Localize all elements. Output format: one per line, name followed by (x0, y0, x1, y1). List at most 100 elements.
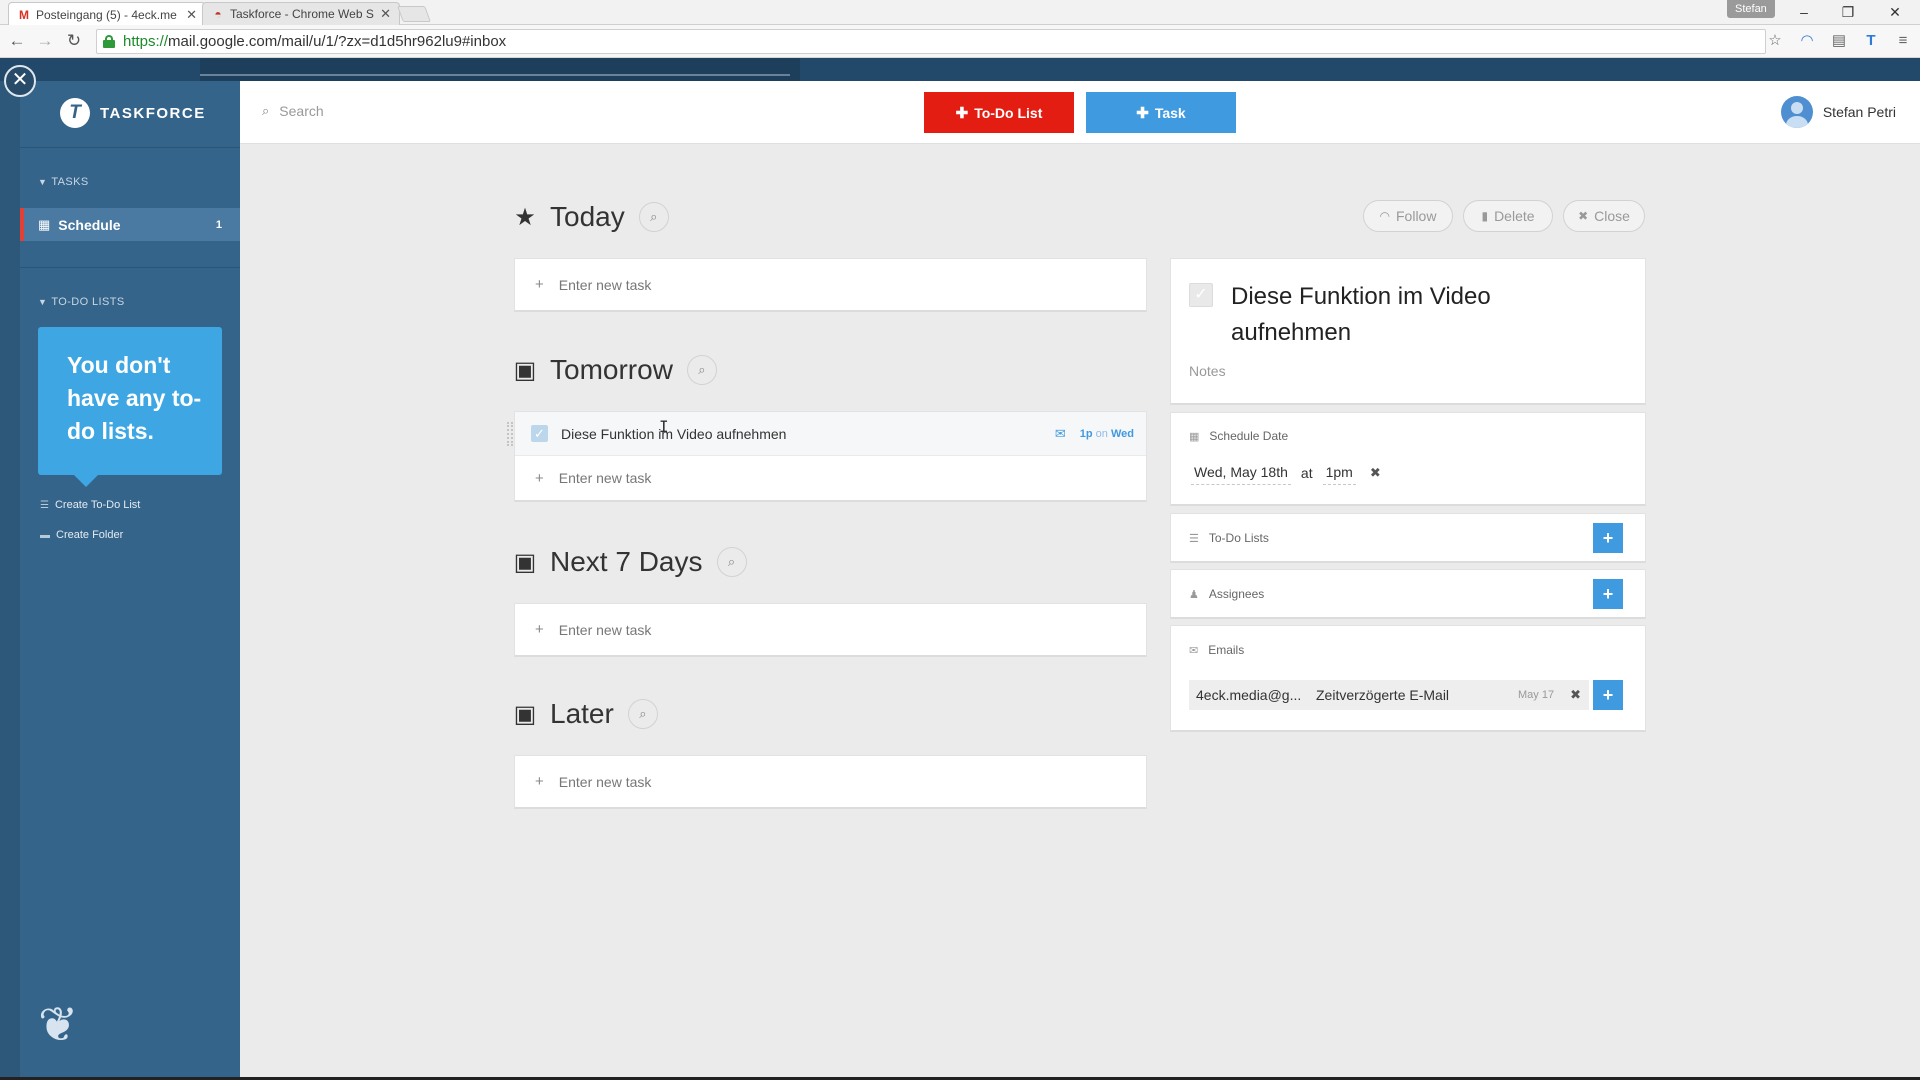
browser-tab-webstore[interactable]: ◓ Taskforce - Chrome Web S ✕ (202, 2, 400, 25)
profile-badge[interactable]: Stefan (1727, 0, 1775, 18)
address-bar[interactable]: https://mail.google.com/mail/u/1/?zx=d1d… (96, 29, 1766, 54)
back-arrow-icon[interactable]: ← (6, 30, 28, 52)
label-text: To-Do Lists (1208, 531, 1269, 545)
add-todo-list-to-task-button[interactable]: + (1593, 523, 1623, 553)
new-task-input[interactable]: + Enter new task (515, 456, 1146, 500)
gmail-icon: M (19, 7, 29, 22)
search-icon[interactable]: ⌕ (686, 355, 717, 385)
tab-close-icon[interactable]: ✕ (186, 7, 197, 23)
new-tab-button[interactable] (397, 6, 431, 22)
add-assignee-button[interactable]: + (1593, 579, 1623, 609)
sidebar-item-schedule[interactable]: ▦ Schedule 1 (20, 208, 240, 241)
browser-toolbar: ← → ↻ https://mail.google.com/mail/u/1/?… (0, 25, 1920, 58)
browser-tab-gmail[interactable]: M Posteingang (5) - 4eck.me ✕ (8, 2, 206, 26)
remove-date-icon[interactable]: ✖ (1370, 465, 1381, 485)
tab-title: Posteingang (5) - 4eck.me (36, 7, 177, 22)
taskforce-logo-icon: T (60, 98, 90, 128)
reload-icon[interactable]: ↻ (63, 30, 85, 52)
schedule-date-value[interactable]: Wed, May 18th (1191, 464, 1291, 485)
lock-icon (103, 35, 115, 48)
forward-arrow-icon[interactable]: → (34, 30, 56, 52)
add-email-button[interactable]: + (1593, 680, 1623, 710)
gmail-header-strip (0, 58, 1920, 81)
section-today-header: ★ Today ⌕ (512, 201, 669, 233)
delete-button[interactable]: ▮ Delete (1463, 200, 1553, 232)
due-time: 1p (1079, 427, 1093, 440)
brand: T TASKFORCE (60, 98, 206, 128)
tab-close-icon[interactable]: ✕ (380, 6, 391, 22)
extension-icon[interactable]: ◠ (1797, 31, 1817, 51)
close-button[interactable]: ✖ Close (1563, 200, 1645, 232)
section-title: Today (550, 201, 625, 232)
task-complete-checkbox[interactable]: ✓ (1189, 283, 1213, 307)
empty-todo-lists-tip: You don't have any to-do lists. (38, 327, 222, 487)
tasks-header-label: TASKS (51, 176, 89, 188)
task-row[interactable]: ✓ Diese Funktion im Video aufnehmen ✉ 1p… (507, 412, 1146, 456)
linked-email-chip[interactable]: 4eck.media@g... Zeitverzögerte E-Mail Ma… (1189, 680, 1589, 710)
task-title[interactable]: Diese Funktion im Video aufnehmen (561, 426, 1055, 442)
tab-title: Taskforce - Chrome Web S (230, 7, 374, 21)
close-panel-icon[interactable]: ✕ (4, 65, 36, 97)
task-checkbox[interactable]: ✓ (531, 425, 548, 442)
calendar-icon: ▦ (1189, 430, 1200, 443)
schedule-date-label: ▦ Schedule Date (1189, 429, 1288, 443)
user-icon: ♟ (1189, 588, 1199, 601)
text-cursor-icon: I (659, 417, 669, 436)
new-task-input[interactable]: + Enter new task (515, 259, 1146, 310)
brand-name: TASKFORCE (100, 104, 206, 122)
button-label: Close (1594, 208, 1630, 224)
section-tomorrow-header: ▣ Tomorrow ⌕ (512, 354, 717, 386)
follow-button[interactable]: ◠ Follow (1363, 200, 1453, 232)
link-label: Create To-Do List (54, 499, 141, 511)
schedule-time-value[interactable]: 1pm (1322, 464, 1356, 485)
restore-icon[interactable]: ❐ (1836, 2, 1860, 22)
label-text: Assignees (1208, 587, 1265, 601)
taskforce-extension-icon[interactable]: T (1861, 31, 1881, 51)
list-icon: ☰ (40, 499, 49, 511)
plus-icon: ✚ (955, 104, 969, 122)
minimize-icon[interactable]: – (1792, 2, 1816, 22)
later-task-list: + Enter new task (514, 755, 1147, 809)
user-menu[interactable]: Stefan Petri (1780, 96, 1896, 128)
extension-icon[interactable]: ▤ (1829, 31, 1849, 51)
section-title: Later (550, 698, 614, 729)
button-label: Task (1154, 104, 1186, 121)
new-task-placeholder: Enter new task (558, 621, 652, 638)
tasks-section-header[interactable]: ▼ TASKS (38, 176, 89, 188)
task-detail-card: ✓ Diese Funktion im Video aufnehmen Note… (1170, 258, 1646, 405)
search-icon: ⌕ (262, 103, 270, 118)
new-task-input[interactable]: + Enter new task (515, 604, 1146, 655)
trash-icon: ▮ (1481, 209, 1489, 223)
schedule-date-row: Wed, May 18th at 1pm ✖ (1191, 464, 1381, 485)
notes-field[interactable]: Notes (1189, 363, 1226, 379)
assignees-label: ♟ Assignees (1189, 587, 1264, 601)
search-icon[interactable]: ⌕ (627, 699, 658, 729)
window-close-icon[interactable]: ✕ (1883, 2, 1907, 22)
remove-email-icon[interactable]: ✖ (1570, 687, 1581, 703)
search-icon[interactable]: ⌕ (716, 547, 747, 577)
schedule-count-badge: 1 (215, 218, 222, 231)
label-text: Schedule Date (1209, 429, 1289, 443)
email-date: May 17 (1518, 689, 1555, 701)
menu-icon[interactable]: ≡ (1893, 31, 1913, 51)
create-folder-link[interactable]: ▬ Create Folder (40, 529, 123, 541)
task-detail-title[interactable]: Diese Funktion im Video aufnehmen (1231, 279, 1611, 351)
add-task-button[interactable]: ✚ Task (1086, 92, 1236, 133)
emails-label: ✉ Emails (1189, 643, 1244, 657)
star-icon: ★ (514, 203, 536, 231)
avatar (1780, 96, 1813, 128)
search-placeholder: Search (279, 103, 324, 119)
page-edge (0, 81, 20, 1080)
search-input[interactable]: ⌕ Search (262, 103, 324, 119)
add-todo-list-button[interactable]: ✚ To-Do List (924, 92, 1074, 133)
search-icon[interactable]: ⌕ (638, 202, 669, 232)
create-todo-list-link[interactable]: ☰ Create To-Do List (40, 499, 140, 511)
drag-handle-icon[interactable] (507, 422, 513, 446)
todo-lists-label: ☰ To-Do Lists (1189, 531, 1269, 545)
todo-lists-section-header[interactable]: ▼ TO-DO LISTS (38, 296, 125, 308)
emails-card: ✉ Emails 4eck.media@g... Zeitverzögerte … (1170, 625, 1646, 732)
new-task-input[interactable]: + Enter new task (515, 756, 1146, 807)
section-title: Next 7 Days (550, 546, 703, 577)
plus-icon: + (535, 276, 544, 293)
bookmark-star-icon[interactable]: ☆ (1765, 31, 1785, 51)
